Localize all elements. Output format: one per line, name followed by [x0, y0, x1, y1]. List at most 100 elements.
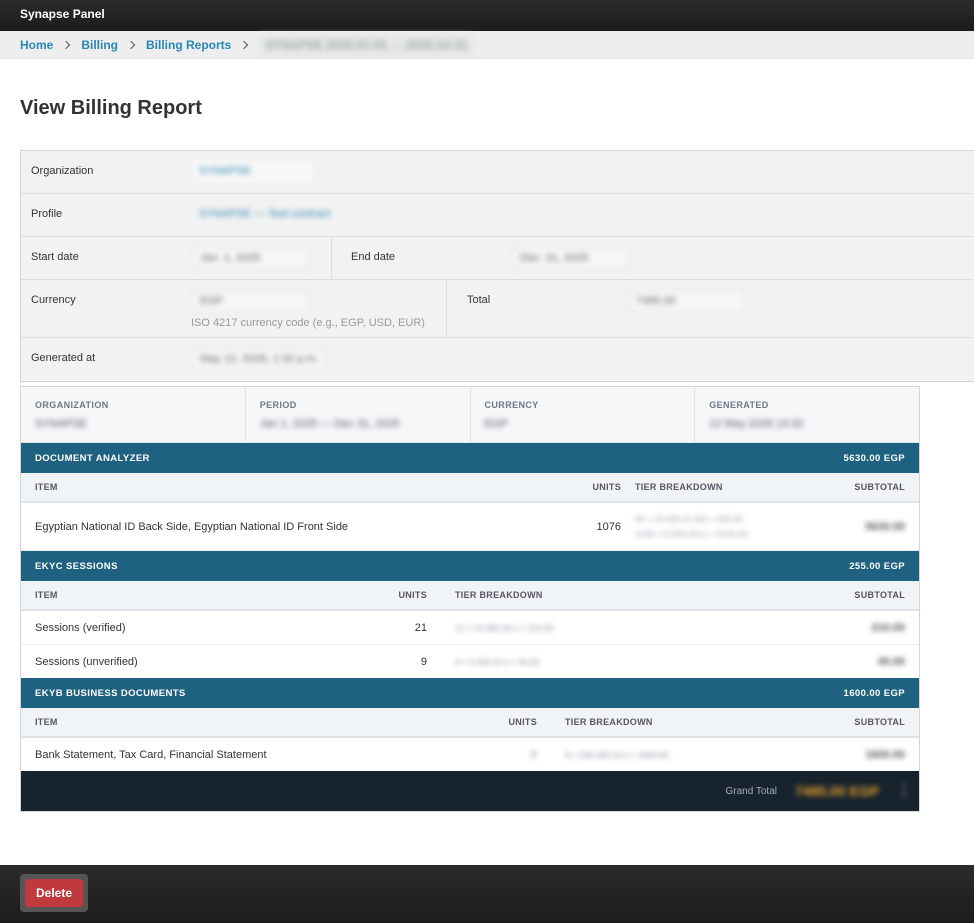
- form-row-profile: Profile SYNAPSE — Test contract: [21, 194, 974, 237]
- section-total: 1600.00 EGP: [843, 687, 905, 699]
- column-subtotal: SUBTOTAL: [854, 717, 905, 727]
- table-row: Egyptian National ID Back Side, Egyptian…: [21, 503, 919, 551]
- page-title: View Billing Report: [20, 97, 202, 119]
- currency-help-text: ISO 4217 currency code (e.g., EGP, USD, …: [191, 317, 425, 329]
- generated-at-label: Generated at: [31, 352, 96, 364]
- item-name: Sessions (verified): [35, 621, 126, 634]
- section-title: EKYC SESSIONS: [35, 560, 118, 572]
- start-date-label: Start date: [31, 251, 79, 263]
- column-subtotal: SUBTOTAL: [854, 590, 905, 600]
- section-header-ekyb-business-documents: EKYB BUSINESS DOCUMENTS 1600.00 EGP: [21, 678, 919, 708]
- end-date-label: End date: [351, 251, 396, 263]
- item-subtotal: 1600.00: [865, 748, 905, 761]
- tier-line: 1026 × 5.000 (50+) = 5130.00: [635, 528, 748, 539]
- table-row: Sessions (verified) 21 21 × 10.000 (0+) …: [21, 611, 919, 645]
- tier-breakdown: 50 × 10.000 (0–50) = 500.00 1026 × 5.000…: [635, 512, 815, 542]
- grand-total-value: 7485.00 EGP: [795, 783, 905, 799]
- delete-button-wrapper: Delete: [20, 874, 88, 912]
- grand-total-bar: Grand Total 7485.00 EGP: [21, 771, 919, 811]
- item-name: Egyptian National ID Back Side, Egyptian…: [35, 520, 349, 533]
- total-value: 7485.00: [629, 290, 745, 312]
- form-row-currency: Currency EGP ISO 4217 currency code (e.g…: [21, 280, 974, 338]
- item-units: 1076: [596, 520, 621, 533]
- column-tier-breakdown: TIER BREAKDOWN: [455, 590, 543, 600]
- meta-label: GENERATED: [709, 400, 769, 410]
- breadcrumb-billing-reports[interactable]: Billing Reports: [146, 38, 231, 52]
- meta-organization: ORGANIZATION SYNAPSE: [21, 387, 246, 442]
- column-units: UNITS: [592, 482, 621, 492]
- divider: [446, 280, 447, 337]
- meta-currency: CURRENCY EGP: [471, 387, 696, 442]
- column-tier-breakdown: TIER BREAKDOWN: [565, 717, 653, 727]
- table-header: ITEM UNITS TIER BREAKDOWN SUBTOTAL: [21, 708, 919, 738]
- section-title: DOCUMENT ANALYZER: [35, 452, 150, 464]
- organization-link[interactable]: SYNAPSE: [193, 161, 313, 183]
- breadcrumb: Home Billing Billing Reports SYNAPSE 202…: [0, 31, 974, 59]
- breadcrumb-billing[interactable]: Billing: [81, 38, 118, 52]
- column-item: ITEM: [35, 482, 58, 492]
- item-subtotal: 45.00: [877, 655, 905, 668]
- start-date-value: Jan. 1, 2025: [193, 247, 309, 269]
- column-item: ITEM: [35, 717, 58, 727]
- form-row-generated-at: Generated at May 12, 2026, 1:32 p.m.: [21, 338, 974, 381]
- table-row: Sessions (unverified) 9 9 × 5.000 (0+) =…: [21, 645, 919, 678]
- column-item: ITEM: [35, 590, 58, 600]
- meta-label: ORGANIZATION: [35, 400, 109, 410]
- section-total: 5630.00 EGP: [843, 452, 905, 464]
- chevron-right-icon: [126, 40, 136, 49]
- table-row: Bank Statement, Tax Card, Financial Stat…: [21, 738, 919, 771]
- profile-link[interactable]: SYNAPSE — Test contract: [193, 204, 336, 226]
- currency-label: Currency: [31, 294, 76, 306]
- end-date-value: Dec. 31, 2025: [513, 247, 629, 269]
- total-label: Total: [467, 294, 491, 306]
- organization-label: Organization: [31, 165, 94, 177]
- currency-value: EGP: [193, 290, 309, 312]
- generated-at-value: May 12, 2026, 1:32 p.m.: [193, 348, 326, 370]
- app-title[interactable]: Synapse Panel: [20, 7, 105, 21]
- item-units: 9: [420, 655, 427, 668]
- item-name: Sessions (unverified): [35, 655, 138, 668]
- column-units: UNITS: [508, 717, 537, 727]
- profile-label: Profile: [31, 208, 63, 220]
- form-row-dates: Start date Jan. 1, 2025 End date Dec. 31…: [21, 237, 974, 280]
- report-form: Organization SYNAPSE Profile SYNAPSE — T…: [20, 150, 974, 382]
- meta-label: CURRENCY: [484, 400, 539, 410]
- column-subtotal: SUBTOTAL: [854, 482, 905, 492]
- meta-period: PERIOD Jan 1, 2025 — Dec 31, 2025: [246, 387, 471, 442]
- tier-breakdown: 21 × 10.000 (0+) = 210.00: [455, 622, 554, 633]
- column-units: UNITS: [398, 590, 427, 600]
- tier-breakdown: 8 × 200.000 (0+) = 1600.00: [565, 749, 669, 760]
- delete-button[interactable]: Delete: [25, 879, 83, 907]
- top-bar: Synapse Panel: [0, 0, 974, 31]
- item-units: 21: [414, 621, 427, 634]
- tier-line: 50 × 10.000 (0–50) = 500.00: [635, 513, 743, 524]
- form-row-organization: Organization SYNAPSE: [21, 151, 974, 194]
- chevron-right-icon: [240, 40, 249, 49]
- meta-label: PERIOD: [259, 400, 297, 410]
- breadcrumb-home[interactable]: Home: [20, 38, 53, 52]
- item-subtotal: 210.00: [871, 621, 905, 634]
- table-header: ITEM UNITS TIER BREAKDOWN SUBTOTAL: [21, 473, 919, 503]
- section-total: 255.00 EGP: [849, 560, 905, 572]
- grand-total-label: Grand Total: [725, 785, 777, 797]
- item-units: 8: [530, 748, 537, 761]
- divider: [331, 237, 332, 279]
- meta-value: EGP: [484, 418, 508, 430]
- report-meta: ORGANIZATION SYNAPSE PERIOD Jan 1, 2025 …: [21, 387, 919, 443]
- meta-generated: GENERATED 12 May 2026 13:32: [695, 387, 919, 442]
- billing-report: ORGANIZATION SYNAPSE PERIOD Jan 1, 2025 …: [20, 386, 920, 812]
- tier-breakdown: 9 × 5.000 (0+) = 45.00: [455, 656, 540, 667]
- column-tier-breakdown: TIER BREAKDOWN: [635, 482, 723, 492]
- chevron-right-icon: [62, 40, 71, 49]
- section-header-document-analyzer: DOCUMENT ANALYZER 5630.00 EGP: [21, 443, 919, 473]
- meta-value: SYNAPSE: [35, 418, 87, 430]
- table-header: ITEM UNITS TIER BREAKDOWN SUBTOTAL: [21, 581, 919, 611]
- meta-value: Jan 1, 2025 — Dec 31, 2025: [259, 418, 400, 430]
- breadcrumb-current: SYNAPSE 2025-01-01 → 2025-12-31: [259, 33, 474, 56]
- section-title: EKYB BUSINESS DOCUMENTS: [35, 687, 186, 699]
- section-header-ekyc-sessions: EKYC SESSIONS 255.00 EGP: [21, 551, 919, 581]
- item-name: Bank Statement, Tax Card, Financial Stat…: [35, 748, 267, 761]
- item-subtotal: 5630.00: [865, 520, 905, 533]
- meta-value: 12 May 2026 13:32: [709, 418, 804, 430]
- action-bar: Delete: [0, 865, 974, 923]
